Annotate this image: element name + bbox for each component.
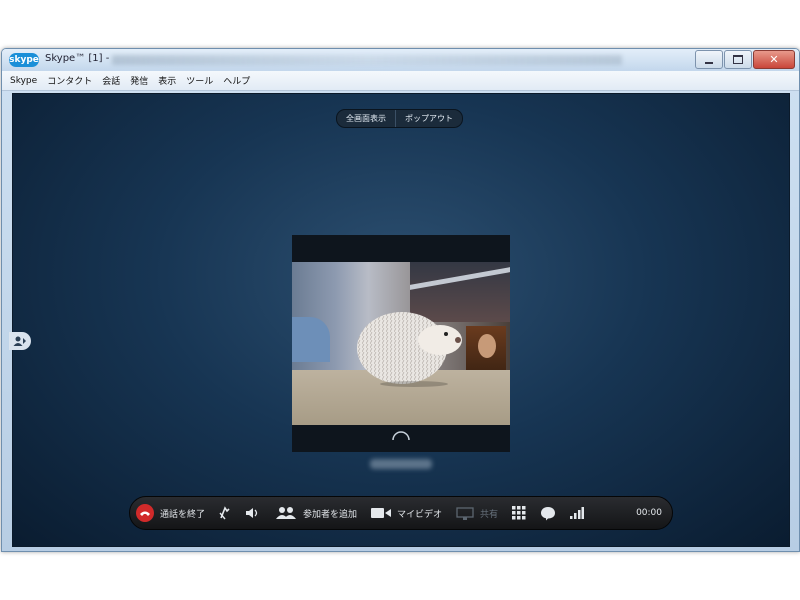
end-call-icon [136,504,154,522]
my-video-label: マイビデオ [397,509,443,520]
dialpad-button[interactable] [512,506,526,520]
minimize-button[interactable] [695,50,723,69]
menu-contacts[interactable]: コンタクト [47,74,92,87]
remote-video-frame [292,235,510,452]
contacts-panel-toggle[interactable] [9,332,31,350]
view-toggle: 全画面表示 ポップアウト [336,109,463,128]
my-video-button[interactable]: マイビデオ [371,507,442,520]
signal-strength-icon [570,507,585,519]
call-controls-bar: 通話を終了 参加者を追加 マイビデオ 共有 00:00 [129,496,673,530]
minimize-icon [705,61,713,64]
chat-icon [541,506,556,520]
menu-help[interactable]: ヘルプ [223,74,250,87]
menu-bar: Skype コンタクト 会話 発信 表示 ツール ヘルプ [2,71,799,91]
call-stage: 全画面表示 ポップアウト 通話を終了 参加者を追加 マイビデオ 共有 00:00 [9,93,790,547]
menu-call[interactable]: 発信 [130,74,148,87]
screen-share-icon [456,506,474,520]
speaker-button[interactable] [245,507,261,519]
end-call-label: 通話を終了 [160,509,206,520]
add-participant-label: 参加者を追加 [303,509,358,520]
close-button[interactable]: ✕ [753,50,795,69]
skype-window: skype Skype™ [1] - ✕ Skype コンタクト 会話 発信 表… [1,48,800,552]
call-quality-button[interactable] [570,507,585,519]
close-icon: ✕ [769,53,779,66]
fullscreen-button[interactable]: 全画面表示 [337,110,395,127]
hedgehog-image [357,312,462,387]
hold-button[interactable] [219,506,231,520]
menu-view[interactable]: 表示 [158,74,176,87]
title-redacted [112,55,622,65]
menu-skype[interactable]: Skype [10,76,37,86]
loading-spinner-icon [392,431,410,441]
hold-icon [219,506,230,520]
share-label: 共有 [480,509,499,520]
window-title: Skype™ [1] - [45,53,110,64]
skype-logo[interactable]: skype [9,53,39,67]
window-controls: ✕ [695,50,795,69]
call-timer: 00:00 [636,508,662,518]
maximize-button[interactable] [724,50,752,69]
caller-name-redacted [370,459,432,469]
popout-button[interactable]: ポップアウト [395,110,462,127]
title-bar: skype Skype™ [1] - ✕ [2,49,799,71]
dialpad-icon [512,506,526,520]
share-screen-button[interactable]: 共有 [456,506,499,520]
menu-tools[interactable]: ツール [186,74,213,87]
speaker-icon [246,508,258,518]
add-participant-button[interactable]: 参加者を追加 [275,506,357,520]
add-people-icon [276,507,297,519]
maximize-icon [733,55,743,64]
remote-video-feed [292,262,510,425]
contacts-toggle-icon [13,336,26,346]
end-call-button[interactable]: 通話を終了 [136,504,205,522]
video-camera-icon [371,508,392,518]
chat-button[interactable] [540,506,556,521]
menu-conversation[interactable]: 会話 [102,74,120,87]
